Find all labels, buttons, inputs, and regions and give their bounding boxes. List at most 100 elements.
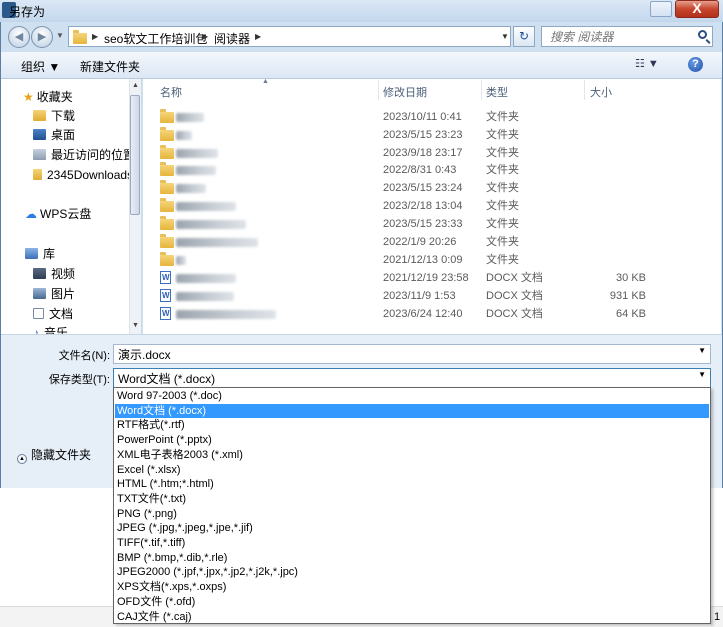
nav-item-wps-cloud[interactable]: ☁ WPS云盘 [25,205,91,223]
close-button[interactable]: X [675,0,719,18]
dropdown-option[interactable]: XML电子表格2003 (*.xml) [115,448,709,463]
folder-icon [160,162,174,176]
column-divider[interactable] [481,80,482,100]
table-row[interactable]: 2022/8/31 0:43 文件夹 [143,161,721,179]
filetype-value: Word文档 (*.docx) [118,372,216,386]
address-bar[interactable]: ▶ seo软文工作培训包 ▶ 阅读器 ▶ ▼ [68,26,511,47]
organize-button[interactable]: 组织 ▼ [21,58,60,75]
column-header-type[interactable]: 类型 [486,84,508,100]
folder-icon [33,169,42,180]
table-row[interactable]: 2023/11/9 1:53 DOCX 文档 931 KB [143,287,721,305]
word-document-icon [160,305,171,323]
column-header-size[interactable]: 大小 [590,84,612,100]
dropdown-option[interactable]: HTML (*.htm;*.html) [115,477,709,492]
breadcrumb-separator-icon[interactable]: ▶ [92,32,98,41]
forward-button[interactable]: ▶ [31,26,53,48]
dropdown-option[interactable]: RTF格式(*.rtf) [115,418,709,433]
dropdown-option[interactable]: XPS文档(*.xps,*.oxps) [115,580,709,595]
minimize-button[interactable] [650,1,672,17]
file-name-blurred [176,310,276,319]
table-row[interactable]: 2022/1/9 20:26 文件夹 [143,233,721,251]
dropdown-option[interactable]: TXT文件(*.txt) [115,492,709,507]
folder-icon [160,216,174,230]
hide-folders-button[interactable]: ▲ 隐藏文件夹 [17,446,91,464]
dropdown-option[interactable]: TIFF(*.tif,*.tiff) [115,536,709,551]
column-divider[interactable] [378,80,379,100]
file-name-blurred [176,149,218,158]
library-icon [25,248,38,259]
table-row[interactable]: 2023/2/18 13:04 文件夹 [143,197,721,215]
file-name-blurred [176,220,246,229]
new-folder-button[interactable]: 新建文件夹 [80,58,140,75]
table-row[interactable]: 2023/10/11 0:41 文件夹 [143,108,721,126]
search-box[interactable] [541,26,713,47]
dropdown-option-selected[interactable]: Word文档 (*.docx) [115,403,709,419]
file-name-blurred [176,166,216,175]
breadcrumb-separator-icon[interactable]: ▶ [255,32,261,41]
file-name-blurred [176,202,236,211]
nav-item-libraries[interactable]: 库 [25,245,55,263]
dropdown-option[interactable]: JPEG (*.jpg,*.jpeg,*.jpe,*.jif) [115,521,709,536]
table-row[interactable]: 2023/5/15 23:33 文件夹 [143,215,721,233]
nav-item-pictures[interactable]: 图片 [33,285,75,303]
column-divider[interactable] [584,80,585,100]
search-input[interactable] [548,29,692,45]
file-name-blurred [176,184,206,193]
dropdown-option[interactable]: BMP (*.bmp,*.dib,*.rle) [115,551,709,566]
filetype-label: 保存类型(T): [48,374,110,386]
search-icon[interactable] [698,30,707,39]
table-row[interactable]: 2023/6/24 12:40 DOCX 文档 64 KB [143,305,721,323]
file-name-blurred [176,274,236,283]
view-options-button[interactable]: ☷ ▼ [635,57,659,70]
nav-item-music[interactable]: ♪ 音乐 [33,324,68,334]
table-row[interactable]: 2021/12/19 23:58 DOCX 文档 30 KB [143,269,721,287]
filetype-select[interactable]: Word文档 (*.docx) ▼ [113,368,711,388]
nav-item-downloads[interactable]: 下载 [33,107,75,125]
nav-item-videos[interactable]: 视频 [33,265,75,283]
dropdown-option[interactable]: PowerPoint (*.pptx) [115,433,709,448]
picture-library-icon [33,288,46,299]
star-icon: ★ [23,90,34,104]
breadcrumb-item[interactable]: 阅读器 [214,30,250,47]
breadcrumb-item[interactable]: seo软文工作培训包 [104,30,207,47]
chevron-down-icon[interactable]: ▼ [698,370,706,379]
title-bar[interactable] [0,0,723,22]
folder-icon [160,180,174,194]
refresh-button[interactable]: ↻ [513,26,535,47]
table-row[interactable]: 2023/5/15 23:24 文件夹 [143,179,721,197]
scroll-down-icon[interactable]: ▼ [132,322,139,329]
table-row[interactable]: 2023/9/18 23:17 文件夹 [143,144,721,162]
file-name-blurred [176,131,192,140]
window-title: 另存为 [9,5,46,19]
dropdown-option[interactable]: Excel (*.xlsx) [115,463,709,478]
nav-item-desktop[interactable]: 桌面 [33,126,75,144]
background-page-edge: 1 [711,606,723,627]
nav-item-documents[interactable]: 文档 [33,305,73,323]
folder-icon [73,30,87,44]
nav-scrollbar-thumb[interactable] [130,95,140,215]
folder-icon [160,234,174,248]
back-button[interactable]: ◀ [8,26,30,48]
dropdown-option[interactable]: CAJ文件 (*.caj) [115,610,709,625]
chevron-down-icon[interactable]: ▼ [698,346,706,355]
column-header-name[interactable]: 名称 [160,84,182,100]
dropdown-option[interactable]: Word 97-2003 (*.doc) [115,389,709,404]
nav-item-2345downloads[interactable]: 2345Downloads [33,166,133,184]
address-dropdown-icon[interactable]: ▼ [501,32,509,41]
dropdown-option[interactable]: JPEG2000 (*.jpf,*.jpx,*.jp2,*.j2k,*.jpc) [115,565,709,580]
breadcrumb-separator-icon[interactable]: ▶ [202,32,208,41]
cloud-icon: ☁ [25,207,37,221]
navigation-pane: ★ 收藏夹 下载 桌面 最近访问的位置 2345Downloads ☁ WPS云盘 … [1,79,142,334]
folder-icon [160,252,174,266]
column-header-modified[interactable]: 修改日期 [383,84,427,100]
help-button[interactable]: ? [688,57,703,72]
dropdown-option[interactable]: PNG (*.png) [115,507,709,522]
table-row[interactable]: 2023/5/15 23:23 文件夹 [143,126,721,144]
history-dropdown-icon[interactable]: ▼ [56,31,64,40]
nav-item-recent-places[interactable]: 最近访问的位置 [33,146,135,164]
scroll-up-icon[interactable]: ▲ [132,82,139,89]
nav-item-favorites[interactable]: ★ 收藏夹 [23,88,73,106]
filename-input[interactable]: 演示.docx ▼ [113,344,711,364]
table-row[interactable]: 2021/12/13 0:09 文件夹 [143,251,721,269]
dropdown-option[interactable]: OFD文件 (*.ofd) [115,595,709,610]
